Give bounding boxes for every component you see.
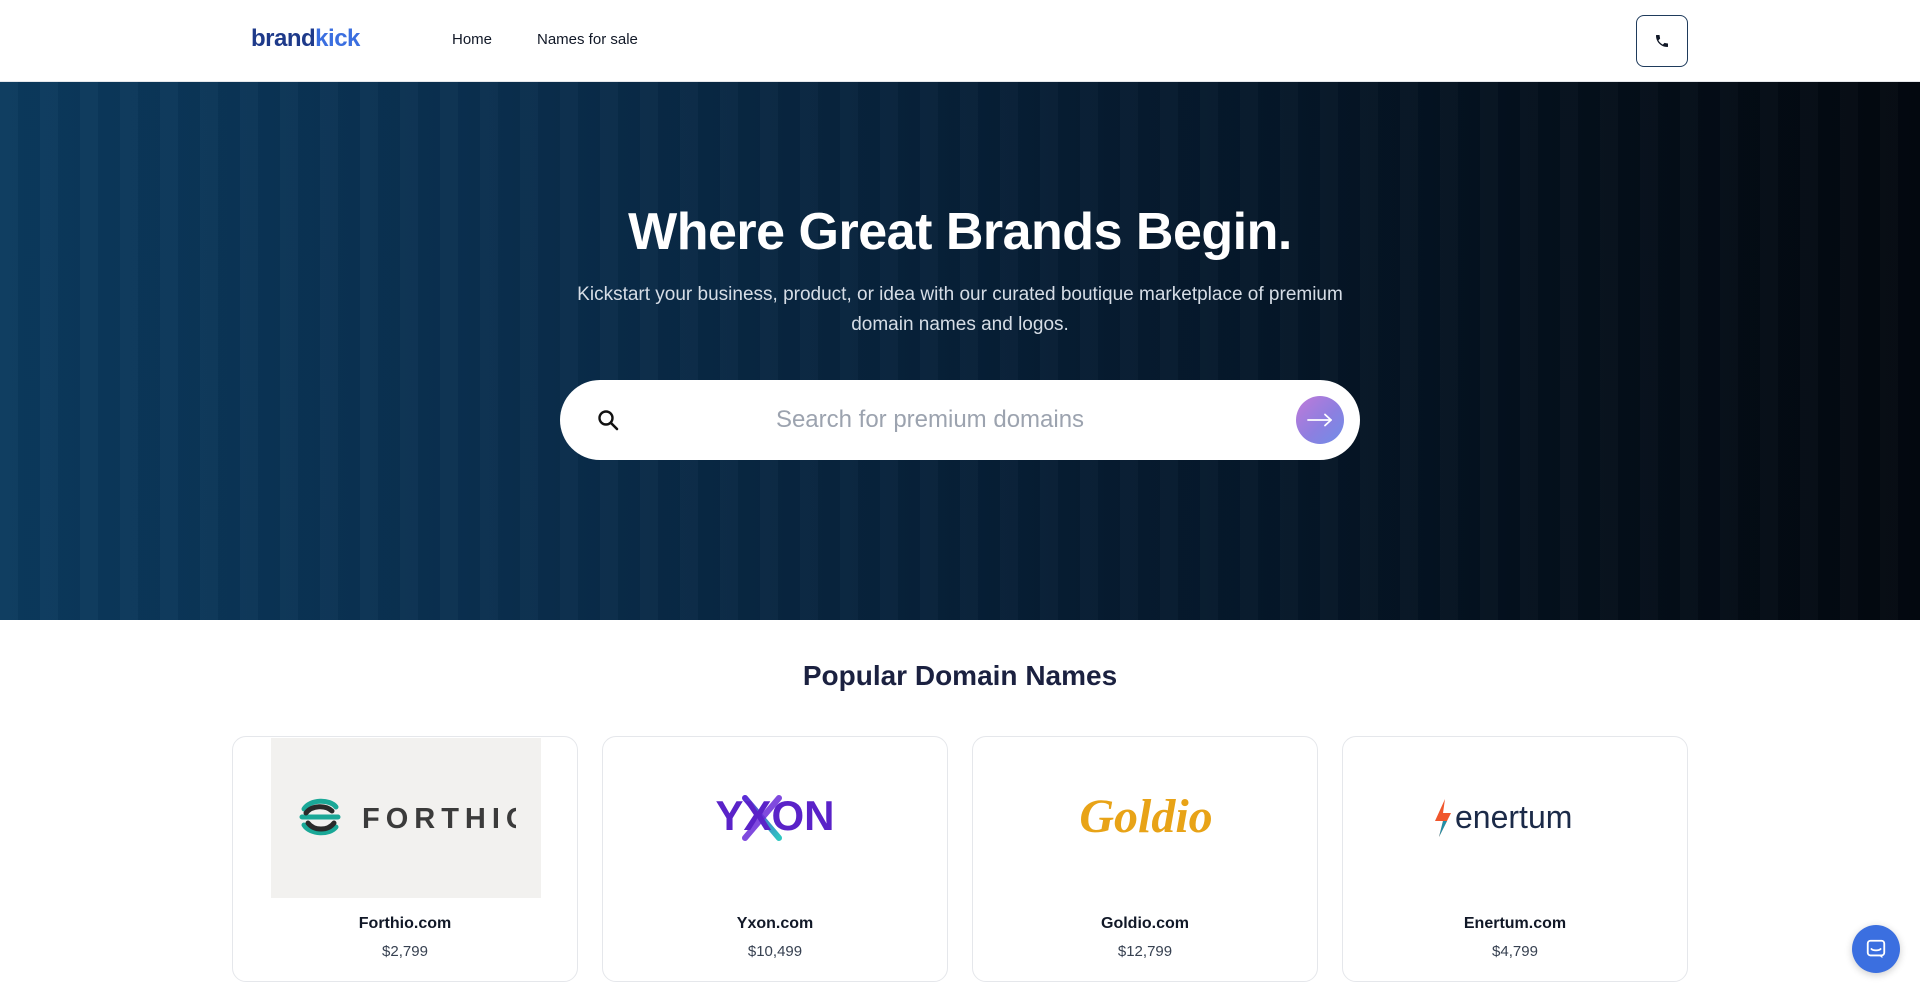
- goldio-logo: Goldio: [1011, 738, 1281, 898]
- arrow-right-icon: [1307, 413, 1332, 427]
- logo-part-brand: brand: [251, 25, 316, 52]
- enertum-logo-text: enertum: [1455, 799, 1572, 835]
- logo-part-kick: kick: [315, 25, 360, 52]
- search-submit-button[interactable]: [1296, 396, 1344, 444]
- nav-names-for-sale-link[interactable]: Names for sale: [537, 31, 638, 48]
- domain-price: $10,499: [747, 943, 803, 960]
- yxon-logo-mark: YXON: [715, 792, 835, 841]
- forthio-logo-mark: FORTHIO: [299, 798, 516, 836]
- site-header: brandkick Home Names for sale: [0, 0, 1920, 82]
- domain-card-enertum[interactable]: enertum Enertum.com $4,799: [1342, 736, 1688, 982]
- yxon-logo: YXON: [641, 738, 911, 898]
- domain-card-goldio[interactable]: Goldio Goldio.com $12,799: [972, 736, 1318, 982]
- brandkick-logo[interactable]: brandkick: [251, 24, 360, 54]
- phone-icon: [1656, 35, 1668, 47]
- nav-home-link[interactable]: Home: [452, 31, 492, 48]
- chat-launcher-button[interactable]: [1852, 925, 1900, 973]
- goldio-logo-text: Goldio: [1079, 790, 1212, 843]
- domain-name: Enertum.com: [1463, 915, 1567, 932]
- hero-section: Where Great Brands Begin. Kickstart your…: [0, 82, 1920, 620]
- enertum-logo-mark: enertum: [1435, 799, 1572, 837]
- forthio-logo: FORTHIO: [271, 738, 541, 898]
- hero-subtitle: Kickstart your business, product, or ide…: [577, 284, 1343, 335]
- hero-title: Where Great Brands Begin.: [628, 203, 1292, 261]
- hero-background-pattern: [0, 82, 1920, 620]
- domain-price: $2,799: [382, 943, 428, 960]
- goldio-logo-mark: Goldio: [1079, 790, 1212, 843]
- phone-button[interactable]: [1636, 15, 1688, 67]
- domain-name: Goldio.com: [1101, 915, 1189, 932]
- domain-price: $12,799: [1117, 943, 1173, 960]
- chat-icon: [1866, 939, 1886, 959]
- domain-search-bar: [560, 380, 1360, 460]
- domain-card-yxon[interactable]: YXON Yxon.com $10,499: [602, 736, 948, 982]
- yxon-logo-text: YXON: [715, 792, 834, 839]
- search-input[interactable]: [650, 398, 1210, 442]
- enertum-logo: enertum: [1381, 738, 1651, 898]
- domain-card-forthio[interactable]: FORTHIO Forthio.com $2,799: [232, 736, 578, 982]
- search-icon: [598, 410, 619, 431]
- forthio-logo-text: FORTHIO: [362, 803, 516, 835]
- popular-domains-title: Popular Domain Names: [802, 660, 1118, 691]
- domain-name: Forthio.com: [358, 915, 452, 932]
- domain-name: Yxon.com: [736, 915, 814, 932]
- domain-price: $4,799: [1492, 943, 1538, 960]
